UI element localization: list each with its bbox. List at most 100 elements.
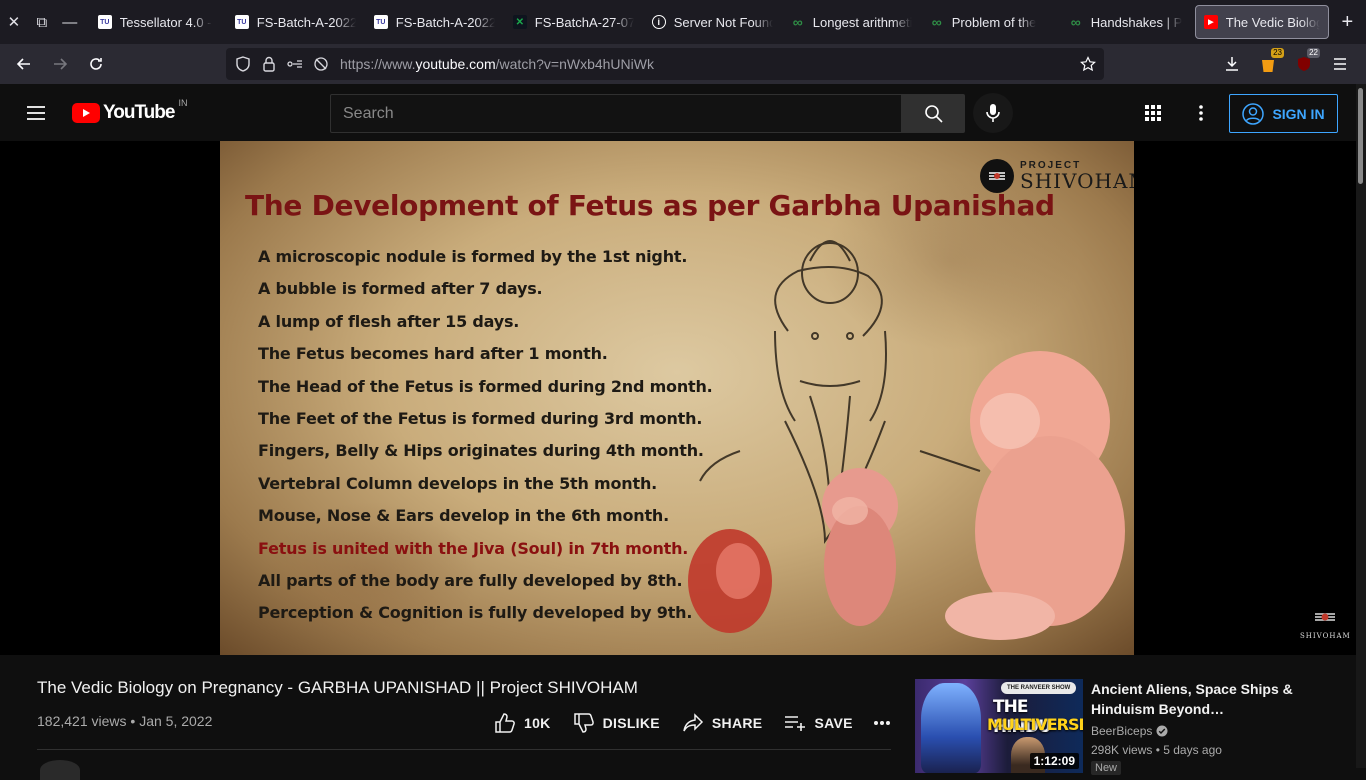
youtube-logo[interactable]: YouTube IN (72, 98, 187, 124)
settings-more-button[interactable] (1188, 100, 1214, 126)
gfg-favicon: ∞ (1070, 14, 1081, 30)
reload-button[interactable] (78, 48, 114, 80)
channel-name: BeerBiceps (1091, 724, 1153, 738)
development-list: A microscopic nodule is formed by the 1s… (258, 247, 713, 636)
tessellator-favicon: TU (373, 15, 388, 29)
more-actions-button[interactable] (873, 720, 891, 726)
shield-icon[interactable] (230, 48, 256, 80)
video-meta: 182,421 views • Jan 5, 2022 (37, 713, 212, 729)
voice-search-button[interactable] (973, 93, 1013, 133)
hackerrank-favicon: ✕ (512, 15, 527, 29)
development-line: The Feet of the Fetus is formed during 3… (258, 408, 703, 428)
browser-tab[interactable]: ✕ FS-BatchA-27-07 (505, 5, 642, 39)
downloads-button[interactable] (1214, 48, 1250, 80)
guide-menu-button[interactable] (20, 100, 52, 126)
browser-tab[interactable]: ∞ Handshakes | P (1061, 5, 1193, 39)
recommended-title[interactable]: Ancient Aliens, Space Ships & Hinduism B… (1091, 679, 1331, 719)
logo-text: YouTube (103, 102, 175, 123)
bookmark-star-icon[interactable] (1078, 54, 1098, 74)
video-duration: 1:12:09 (1029, 753, 1079, 769)
share-label: SHARE (711, 715, 763, 731)
search-button[interactable] (902, 94, 965, 133)
share-button[interactable]: SHARE (682, 713, 763, 733)
hamburger-icon (1334, 58, 1346, 70)
extension-badge-2: 22 (1307, 48, 1320, 58)
tab-title: FS-BatchA-27-07 (534, 14, 634, 30)
search-input[interactable] (331, 95, 901, 132)
tab-title: Problem of the (951, 14, 1037, 30)
playlist-add-icon (785, 716, 806, 731)
video-frame[interactable]: PROJECT SHIVOHAM The Development of Fetu… (220, 141, 1134, 655)
reload-icon (90, 58, 102, 70)
development-line: Fingers, Belly & Hips originates during … (258, 441, 704, 461)
gfg-favicon: ∞ (792, 14, 803, 30)
back-button[interactable] (6, 48, 42, 80)
browser-tab[interactable]: i Server Not Found (644, 5, 781, 39)
browser-tab[interactable]: TU Tessellator 4.0 - (90, 5, 225, 39)
save-label: SAVE (814, 715, 853, 731)
browser-tab[interactable]: ▶ The Vedic Biology (1194, 5, 1329, 39)
close-window-icon[interactable]: ✕ (0, 0, 28, 44)
tab-title: Handshakes | P (1090, 14, 1183, 30)
back-arrow-icon (16, 58, 30, 70)
lock-icon[interactable] (256, 48, 282, 80)
forward-button[interactable] (42, 48, 78, 80)
scrollbar-thumb[interactable] (1358, 88, 1363, 184)
recommended-thumbnail[interactable]: THE RANVEER SHOW THE HINDU MULTIVERSE 1:… (915, 679, 1083, 773)
url-text[interactable]: https://www.youtube.com/watch?v=nWxb4hUN… (340, 56, 654, 72)
new-badge: New (1091, 761, 1122, 775)
browser-tab[interactable]: ∞ Problem of the (922, 5, 1059, 39)
channel-watermark[interactable]: SHIVOHAM (1300, 607, 1351, 640)
country-code: IN (178, 98, 188, 108)
tab-title: Longest arithmetic (812, 14, 912, 30)
thumbs-down-icon (573, 713, 594, 733)
browser-tab[interactable]: ∞ Longest arithmetic (783, 5, 920, 39)
shivoham-logo-icon (980, 159, 1014, 193)
sign-in-button[interactable]: SIGN IN (1229, 94, 1338, 133)
brand-big-text: SHIVOHAM (1020, 169, 1134, 193)
apps-button[interactable] (1140, 100, 1166, 126)
watermark-text: SHIVOHAM (1300, 632, 1351, 640)
tab-title: The Vedic Biology (1225, 14, 1320, 30)
forward-arrow-icon (54, 58, 68, 70)
project-shivoham-brand: PROJECT SHIVOHAM (980, 159, 1134, 193)
browser-tab[interactable]: TU FS-Batch-A-2022 (227, 5, 364, 39)
browser-nav-bar: https://www.youtube.com/watch?v=nWxb4hUN… (0, 44, 1366, 84)
development-line: Mouse, Nose & Ears develop in the 6th mo… (258, 506, 669, 526)
minimize-window-icon[interactable]: — (56, 0, 84, 44)
video-player[interactable]: PROJECT SHIVOHAM The Development of Fetu… (0, 141, 1356, 655)
development-line: A microscopic nodule is formed by the 1s… (258, 247, 688, 266)
verified-check-icon (1156, 725, 1168, 737)
permissions-icon[interactable] (282, 48, 308, 80)
extension-badge-1: 23 (1271, 48, 1284, 58)
tab-title: FS-Batch-A-2022 (256, 14, 356, 30)
autoplay-blocked-icon[interactable] (308, 48, 334, 80)
recommended-meta: 298K views • 5 days ago (1091, 743, 1222, 757)
app-menu-button[interactable] (1322, 48, 1358, 80)
recommended-channel[interactable]: BeerBiceps (1091, 724, 1168, 738)
channel-avatar[interactable] (40, 760, 80, 780)
address-bar[interactable]: https://www.youtube.com/watch?v=nWxb4hUN… (226, 48, 1104, 80)
upload-date: Jan 5, 2022 (139, 713, 213, 729)
tessellator-favicon: TU (234, 15, 249, 29)
tessellator-favicon: TU (97, 15, 112, 29)
shivoham-watermark-icon (1315, 613, 1336, 621)
like-button[interactable]: 10K (494, 712, 551, 734)
apps-grid-icon (1145, 105, 1161, 121)
development-line: All parts of the body are fully develope… (258, 570, 683, 590)
development-line: A lump of flesh after 15 days. (258, 311, 520, 331)
dislike-button[interactable]: DISLIKE (573, 712, 660, 734)
thumbnail-show-pill: THE RANVEER SHOW (1001, 682, 1077, 694)
recommended-video[interactable]: THE RANVEER SHOW THE HINDU MULTIVERSE 1:… (915, 679, 1335, 779)
page-scrollbar[interactable] (1356, 84, 1366, 768)
new-tab-button[interactable]: + (1329, 0, 1366, 44)
share-arrow-icon (683, 713, 703, 732)
extension-button-2[interactable]: 22 (1286, 48, 1322, 80)
browser-tab[interactable]: TU FS-Batch-A-2022 (366, 5, 503, 39)
search-box[interactable] (330, 94, 902, 133)
restore-window-icon[interactable]: ⧉ (28, 0, 56, 44)
development-line: Vertebral Column develops in the 5th mon… (258, 473, 658, 493)
save-button[interactable]: SAVE (784, 714, 852, 732)
extension-button-1[interactable]: 23 (1250, 48, 1286, 80)
youtube-favicon: ▶ (1203, 15, 1218, 29)
